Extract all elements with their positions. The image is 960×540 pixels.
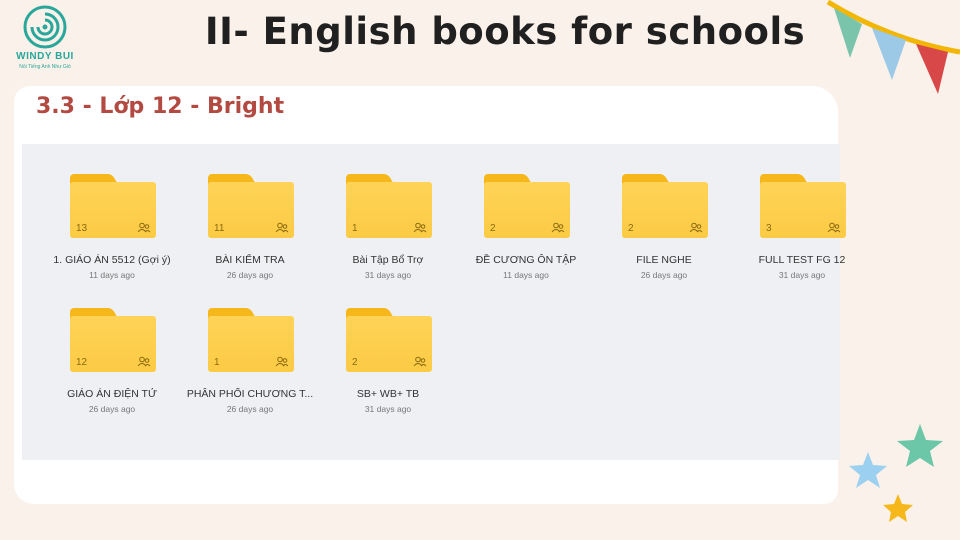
folder-item-date: 31 days ago (778, 270, 826, 280)
folder-item-count: 11 (214, 223, 225, 234)
folder-item[interactable]: 2 SB+ WB+ TB 31 days ago (328, 288, 448, 414)
folder-item-date: 26 days ago (226, 404, 274, 414)
folder-item-count: 3 (766, 223, 772, 234)
section-subtitle: 3.3 - Lớp 12 - Bright (36, 94, 285, 119)
folder-item-name: FILE NGHE (636, 254, 692, 266)
shared-icon (827, 222, 841, 233)
folder-item[interactable]: 3 FULL TEST FG 12 31 days ago (742, 154, 862, 280)
folder-item-name: GIÁO ÁN ĐIỆN TỬ (67, 388, 157, 400)
folder-icon: 3 (760, 174, 846, 238)
star-green (897, 424, 943, 467)
folder-item-count: 2 (628, 223, 634, 234)
folder-item-name: PHÂN PHỐI CHƯƠNG T... (186, 388, 314, 400)
folder-item-count: 2 (490, 223, 496, 234)
flag-red (916, 44, 948, 94)
folder-item-date: 26 days ago (88, 404, 136, 414)
folder-item-name: BÀI KIỂM TRA (215, 254, 285, 266)
folder-item[interactable]: 13 1. GIÁO ÁN 5512 (Gợi ý) 11 days ago (52, 154, 172, 280)
folder-item-date: 11 days ago (503, 270, 549, 280)
shared-icon (137, 356, 151, 367)
folder-item[interactable]: 12 GIÁO ÁN ĐIỆN TỬ 26 days ago (52, 288, 172, 414)
shared-icon (137, 222, 151, 233)
folder-item-count: 1 (352, 223, 358, 234)
folder-item-name: FULL TEST FG 12 (758, 254, 846, 266)
folder-icon: 2 (484, 174, 570, 238)
folder-item-name: ĐỀ CƯƠNG ÔN TẬP (475, 254, 577, 266)
folder-item-name: Bài Tập Bổ Trợ (352, 254, 424, 266)
folder-item-count: 13 (76, 223, 88, 234)
folder-item-date: 26 days ago (640, 270, 688, 280)
folder-icon: 11 (208, 174, 294, 238)
folder-icon: 1 (346, 174, 432, 238)
page-title: II- English books for schools (204, 10, 806, 53)
shared-icon (551, 222, 565, 233)
folder-icon: 12 (70, 308, 156, 372)
shared-icon (413, 222, 427, 233)
folder-icon: 2 (346, 308, 432, 372)
folder-icon: 1 (208, 308, 294, 372)
bunting-decoration (826, 0, 960, 94)
folder-item-name: 1. GIÁO ÁN 5512 (Gợi ý) (53, 254, 171, 266)
brand-logo: WINDY BUI Nói Tiếng Anh Như Gió (6, 4, 84, 84)
brand-name: WINDY BUI (16, 51, 74, 62)
folder-item[interactable]: 1 Bài Tập Bổ Trợ 31 days ago (328, 154, 448, 280)
shared-icon (689, 222, 703, 233)
folder-item-name: SB+ WB+ TB (356, 388, 420, 400)
folder-item-date: 31 days ago (364, 270, 412, 280)
folder-icon: 13 (70, 174, 156, 238)
folder-icon: 2 (622, 174, 708, 238)
folder-item[interactable]: 2 ĐỀ CƯƠNG ÔN TẬP 11 days ago (466, 154, 586, 280)
folder-item[interactable]: 11 BÀI KIỂM TRA 26 days ago (190, 154, 310, 280)
shared-icon (275, 222, 289, 233)
folder-item[interactable]: 2 FILE NGHE 26 days ago (604, 154, 724, 280)
shared-icon (275, 356, 289, 367)
brand-tagline: Nói Tiếng Anh Như Gió (19, 64, 71, 70)
folder-item-date: 31 days ago (364, 404, 412, 414)
shared-icon (413, 356, 427, 367)
spiral-logo-icon (23, 5, 67, 49)
star-yellow (883, 494, 913, 522)
folder-grid: 13 1. GIÁO ÁN 5512 (Gợi ý) 11 days ago 1… (22, 144, 846, 460)
folder-item-date: 26 days ago (226, 270, 274, 280)
folder-item-count: 1 (214, 357, 220, 368)
star-blue (849, 452, 887, 488)
folder-item-count: 2 (352, 357, 358, 368)
folder-item-date: 11 days ago (89, 270, 135, 280)
stars-decoration (849, 424, 943, 522)
folder-item[interactable]: 1 PHÂN PHỐI CHƯƠNG T... 26 days ago (187, 288, 313, 414)
folder-item-count: 12 (76, 357, 88, 368)
